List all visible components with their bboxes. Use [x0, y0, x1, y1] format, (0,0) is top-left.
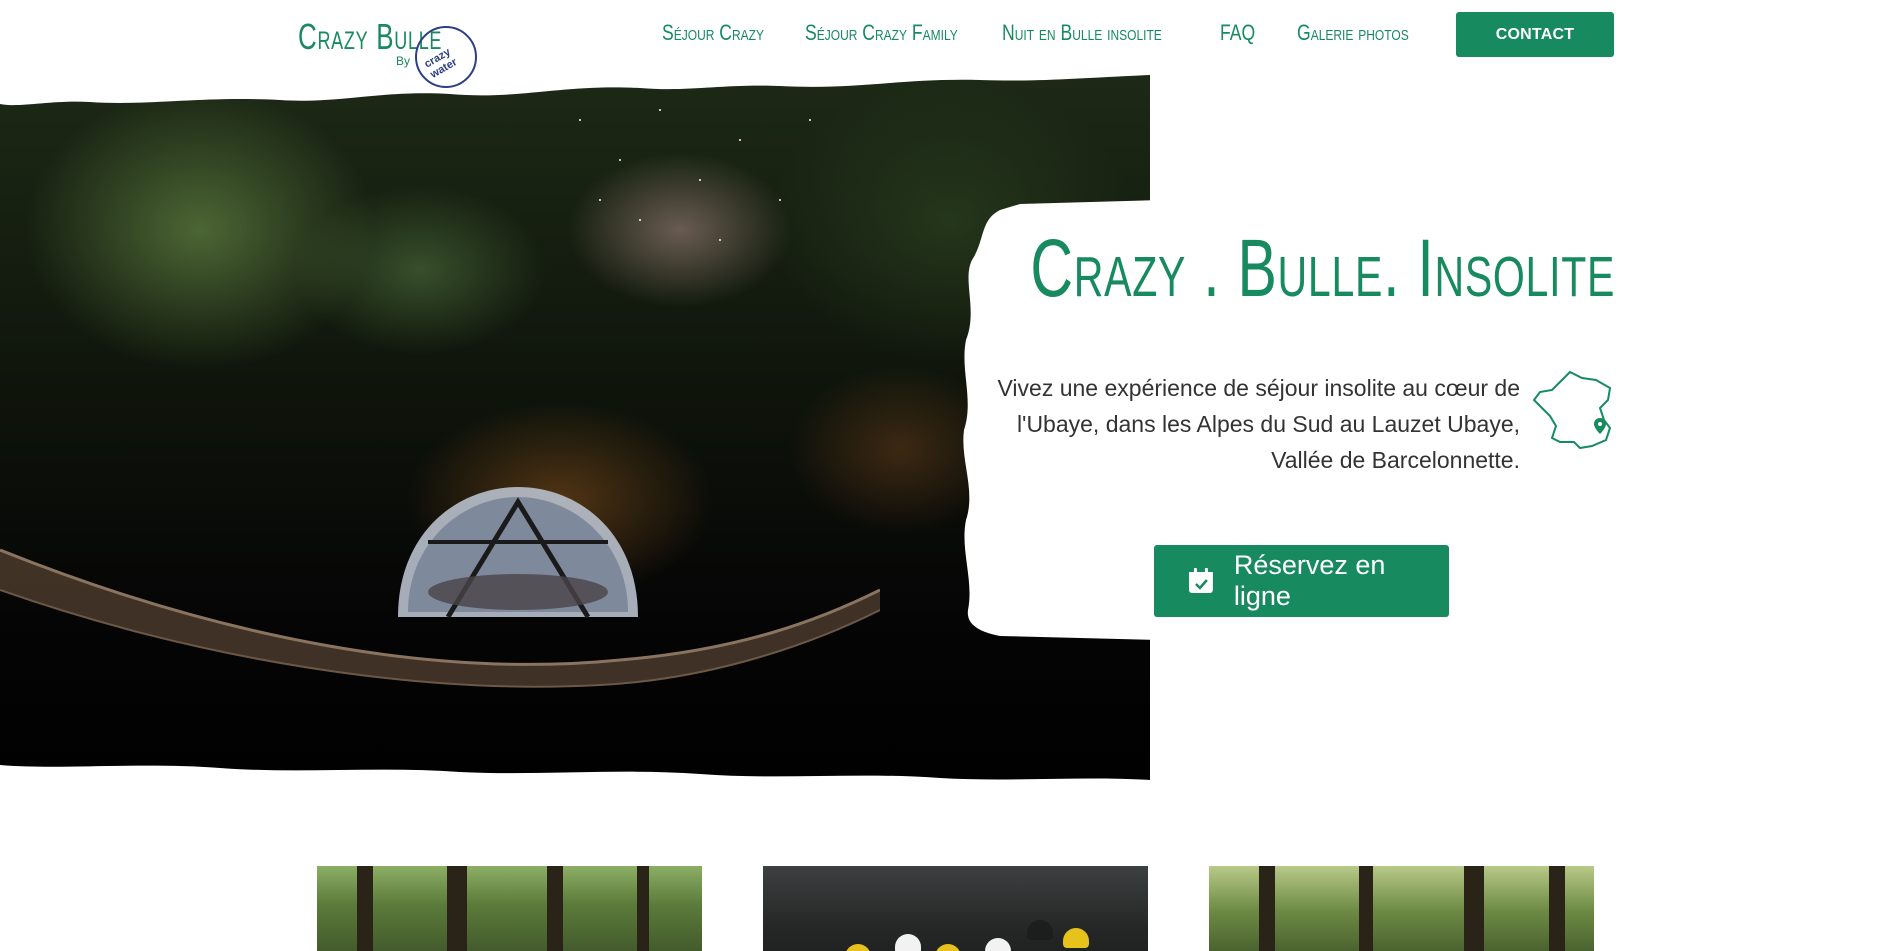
tree-trunk — [1359, 866, 1373, 951]
tree-trunk — [547, 866, 563, 951]
helmet — [935, 944, 961, 951]
nav-sejour-crazy[interactable]: Séjour Crazy — [662, 20, 764, 46]
bubble-tent — [398, 487, 638, 619]
helmet — [895, 934, 921, 951]
helmet — [1027, 920, 1053, 940]
contact-button[interactable]: CONTACT — [1456, 12, 1614, 57]
nav-sejour-crazy-family[interactable]: Séjour Crazy Family — [805, 20, 958, 46]
site-header: Crazy Bulle By crazy water Séjour Crazy … — [0, 0, 1885, 95]
tree-trunk — [637, 866, 649, 951]
crazy-water-badge: crazy water — [415, 26, 477, 88]
nav-faq[interactable]: FAQ — [1220, 20, 1255, 46]
reserve-label: Réservez en ligne — [1233, 550, 1386, 611]
thumbnail-rafting[interactable] — [763, 866, 1148, 951]
badge-text: crazy water — [422, 46, 460, 81]
tree-trunk — [1464, 866, 1484, 951]
tree-trunk — [357, 866, 373, 951]
calendar-check-icon — [1188, 568, 1213, 593]
thumbnail-forest-2[interactable] — [1209, 866, 1594, 951]
site-logo[interactable]: Crazy Bulle By crazy water — [298, 14, 478, 92]
torn-edge-bottom — [0, 765, 1150, 800]
starry-sky — [579, 109, 811, 241]
nav-galerie-photos[interactable]: Galerie photos — [1297, 20, 1409, 46]
france-map-icon — [1532, 370, 1612, 450]
tree-trunk — [1259, 866, 1275, 951]
tree-trunk — [1549, 866, 1565, 951]
nav-nuit-bulle-insolite[interactable]: Nuit en Bulle insolite — [1002, 20, 1162, 46]
helmet — [1063, 928, 1089, 948]
logo-by: By — [396, 54, 411, 68]
hero-description: Vivez une expérience de séjour insolite … — [997, 375, 1521, 473]
thumbnail-forest[interactable] — [317, 866, 702, 951]
helmet — [845, 944, 871, 951]
tree-trunk — [447, 866, 467, 951]
helmet — [985, 938, 1011, 951]
reserve-online-button[interactable]: Réservez en ligne — [1154, 545, 1449, 617]
hero-title: Crazy . Bulle. Insolite — [1030, 223, 1615, 314]
